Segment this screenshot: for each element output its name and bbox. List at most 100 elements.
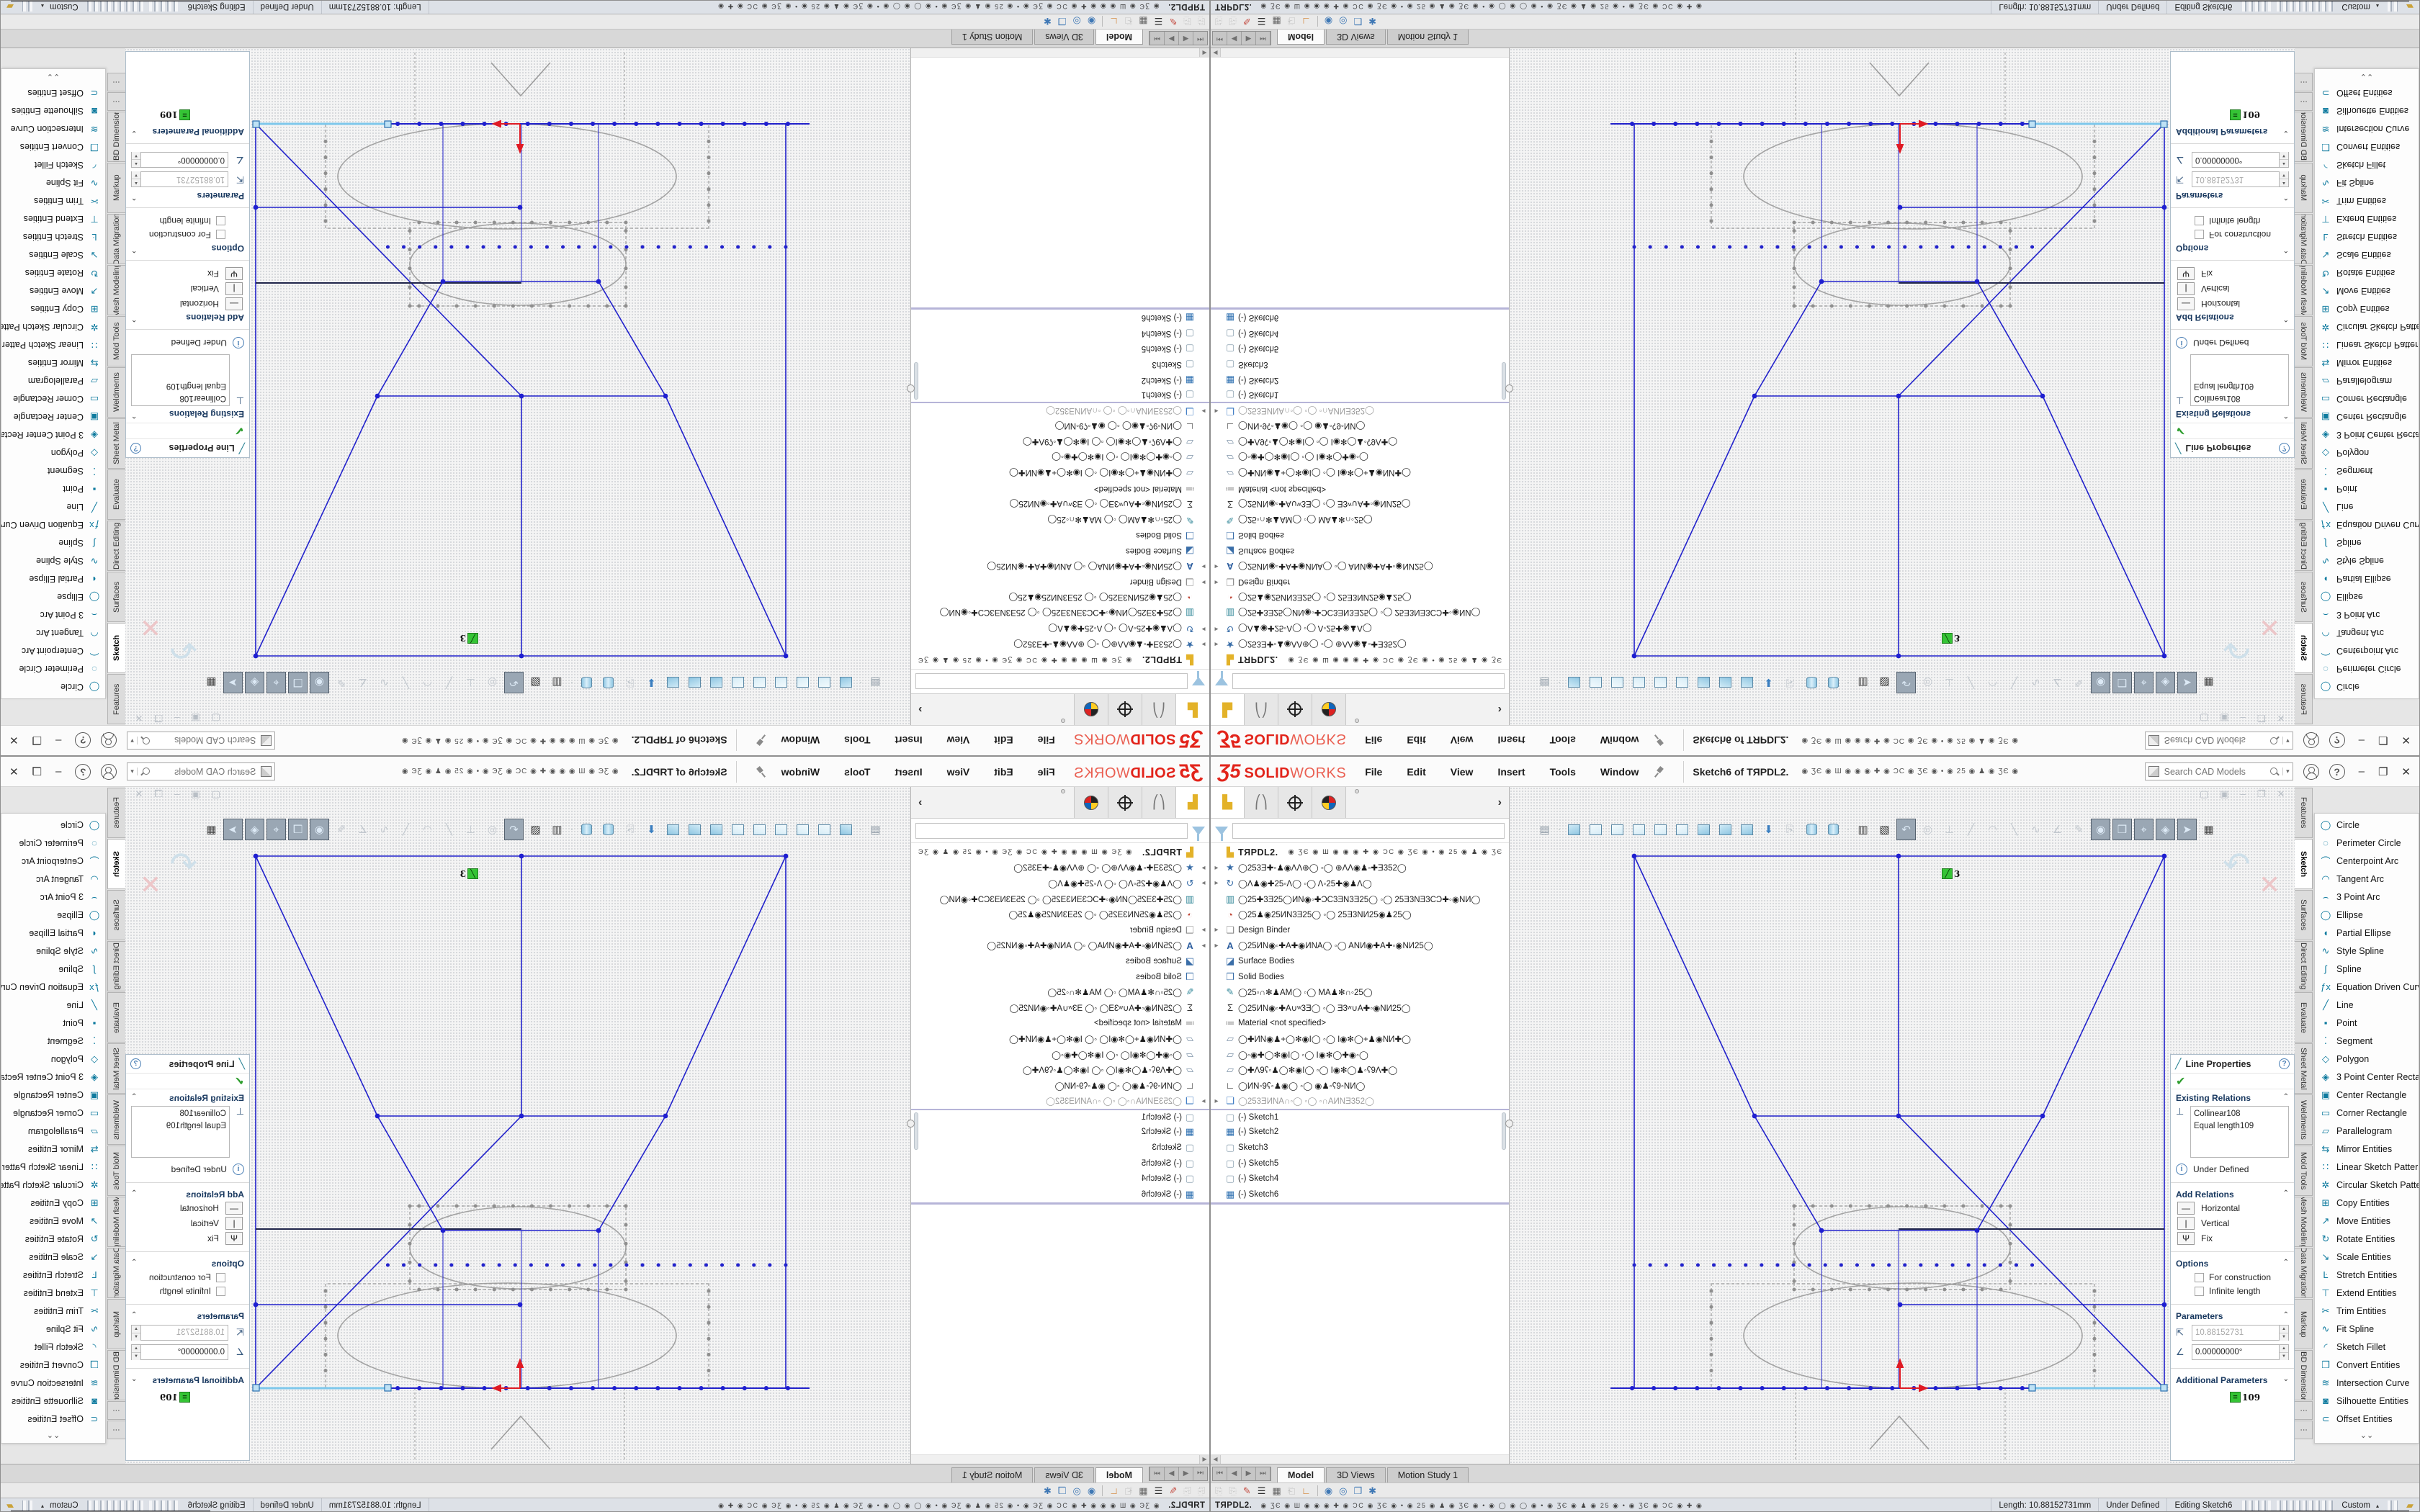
motion-toolbar-icon[interactable]: ▦ [1139,17,1147,27]
flyout-item[interactable]: ❒ Convert Entities [1,138,105,156]
length-spinner[interactable]: ▲▼ [131,171,140,187]
commandmanager-tab[interactable]: Sheet Metal [2295,1043,2313,1094]
toolbar-icon[interactable]: ➤ [223,819,243,840]
flyout-item[interactable]: ƒx Equation Driven Curve [1,978,105,996]
commandmanager-tab[interactable]: ⋮ [2295,92,2313,111]
tree-row[interactable]: ▸ ❏ ◯253ƎИNA∩◦◯ ◦◯ ◦∩AИNƎ352◯ [1211,1094,1509,1110]
tree-row[interactable]: ▸ ★ ◯253Ǝ✚◦♟◉ΛΛ⊕◯ ◦◯ ⊕ΛΛ◉♟◦✚Ǝ352◯ [911,636,1209,652]
menu-item[interactable]: Tools [1550,766,1576,778]
tree-row[interactable]: ▸ A ◯25ИN◉◦✚A✚◉ИNA◯ ◦◯ ANИ◉✚A✚◦◉NИ25◯ [1211,938,1509,954]
menu-item[interactable]: Edit [994,766,1013,778]
motion-toolbar-icon[interactable]: ✎ [1169,17,1177,27]
motion-toolbar-icon[interactable]: ✎ [1243,1486,1251,1495]
flyout-item[interactable]: ✲ Circular Sketch Pattern [2315,318,2419,336]
panel-collapse-dot[interactable] [907,1120,915,1128]
flyout-item[interactable]: ◯ Ellipse [2315,588,2419,606]
tree-row[interactable]: ◪ Surface Bodies [911,543,1209,559]
flyout-item[interactable]: ▱ Parallelogram [2315,1122,2419,1140]
relation-button-row[interactable]: — Horizontal [131,297,243,310]
help-icon[interactable]: ? [2329,764,2345,780]
commandmanager-tab[interactable]: Direct Editing [107,521,125,571]
angle-spinner[interactable]: ▲▼ [2280,152,2289,168]
flyout-item[interactable]: ◠ Tangent Arc [2315,870,2419,888]
tree-row[interactable]: ▸ A ◯25ИN◉◦✚A✚◉ИNA◯ ◦◯ ANИ◉✚A✚◦◉NИ25◯ [911,559,1209,575]
relations-listbox[interactable]: Collinear108 Equal length109 [2190,354,2289,406]
flyout-item[interactable]: ◌ Perimeter Circle [2315,834,2419,852]
option-row[interactable]: For construction [131,230,225,240]
tree-row[interactable]: ▙ TЯPDL2. ◉ ƷЄ ◉ Ш ◉ ◉ ◉ ✚ ◉ ƆC ◉ ƷЄ ◉ •… [1211,652,1509,667]
motion-toolbar-icon[interactable]: ◉ [1325,1486,1332,1495]
flyout-item[interactable]: ◜ Sketch Fillet [1,156,105,174]
menu-item[interactable]: View [947,766,970,778]
expand-arrow-icon[interactable]: ▸ [1211,640,1222,648]
search-input[interactable] [151,735,257,747]
tree-row[interactable]: ▦ (-) Sketch6 [1211,1187,1509,1202]
commandmanager-tab[interactable]: Data Migration [107,214,125,264]
pm-ok-icon[interactable]: ✔ [2176,1074,2185,1089]
commandmanager-tab[interactable]: Mold Tools [107,1146,125,1196]
flyout-item[interactable]: ↻ Rotate Entities [1,1230,105,1248]
flyout-item[interactable]: ◙ Silhouette Entities [1,1392,105,1410]
flyout-item[interactable]: ◖ Partial Ellipse [1,924,105,942]
tree-row[interactable]: ✎ ◯25◦∩✻♟AM◯ ◦◯ MA♟✻∩◦25◯ [1211,512,1509,528]
flyout-item[interactable]: ▭ Corner Rectangle [1,390,105,408]
flyout-item[interactable]: ∿ Style Spline [2315,942,2419,960]
tree-row[interactable]: ∟ ◯ИN◦9ʕ◦♟◉◯ ◦◯ ◉♟◦ʕ9◦NИ◯ [1211,1078,1509,1094]
angle-spinner[interactable]: ▲▼ [131,152,140,168]
menu-item[interactable]: Edit [994,735,1013,747]
flyout-item[interactable]: ⌒ Centerpoint Arc [1,642,105,660]
relation-badge[interactable]: ╱ 3 [1942,633,1960,644]
commandmanager-tab[interactable]: Surfaces [2295,572,2313,622]
tree-row[interactable]: ▱ ◯◦◉✚◯✻◉I◯ ◦◯ I◉✻◯✚◉◦◯ [911,450,1209,466]
user-account-icon[interactable] [2303,733,2319,749]
tree-row[interactable]: ▱ ◯◦◉✚◯✻◉I◯ ◦◯ I◉✻◯✚◉◦◯ [911,1047,1209,1063]
flyout-item[interactable]: ◇ Polygon [1,444,105,462]
tree-row[interactable]: ▢ (-) Sketch4 [1211,1171,1509,1187]
tree-row[interactable]: ✎ ◯25◦∩✻♟AM◯ ◦◯ MA♟✻∩◦25◯ [911,984,1209,1000]
scroll-left-arrow[interactable]: ◀ [1199,48,1209,57]
menu-item[interactable]: Edit [1407,735,1425,747]
doc-restore-right-icon[interactable]: ▣ [191,788,200,800]
tree-row[interactable]: ▸ A ◯25ИN◉◦✚A✚◉ИNA◯ ◦◯ ANИ◉✚A✚◦◉NИ25◯ [1211,559,1509,575]
relation-button-row[interactable]: Ψ Fix [2177,267,2289,280]
flyout-item[interactable]: ╱ Line [1,498,105,516]
flyout-expand-chevron[interactable]: ⌄⌄ [2315,71,2419,84]
tree-row[interactable]: ▦ (-) Sketch6 [911,310,1209,325]
flyout-item[interactable]: ⊤ Extend Entities [2315,1284,2419,1302]
motion-toolbar-icon[interactable]: ∟ [1109,17,1119,27]
tab-nav-arrow[interactable]: ⏭ [1150,1467,1164,1480]
tree-row[interactable]: ❒ Solid Bodies [1211,969,1509,985]
length-field[interactable]: 10.88152731 [2192,171,2280,187]
option-row[interactable]: Infinite length [131,216,225,226]
flyout-item[interactable]: ⊂ Offset Entities [1,1410,105,1428]
help-icon[interactable]: ? [75,764,91,780]
motion-toolbar-icon[interactable]: ◉ [1088,1486,1095,1495]
collapse-caret-icon[interactable]: ⌃ [131,1259,137,1269]
flyout-item[interactable]: ⇆ Mirror Entities [2315,1140,2419,1158]
document-tab[interactable]: Motion Study 1 [1387,30,1469,45]
menu-item[interactable]: Insert [895,735,922,747]
relation-button-icon[interactable]: | [2177,282,2195,295]
flyout-item[interactable]: ◈ 3 Point Center Recta... [2315,1068,2419,1086]
tree-row[interactable]: ≔ Material <not specified> [911,1016,1209,1032]
collapse-caret-icon[interactable]: ⌃ [2283,312,2289,323]
tab-configurationmanager[interactable] [1278,787,1312,818]
flyout-item[interactable]: ✂ Trim Entities [2315,1302,2419,1320]
pin-icon[interactable] [1654,767,1664,777]
flyout-item[interactable]: ⌒ Centerpoint Arc [2315,852,2419,870]
menu-item[interactable]: Window [781,766,820,778]
motion-toolbar-icon[interactable] [1102,1485,1103,1496]
search-box[interactable]: ▾ [2145,762,2293,780]
flyout-item[interactable]: ▪ Point [1,1014,105,1032]
angle-field[interactable]: 0.00000000° [2192,1344,2280,1360]
search-input[interactable] [151,766,257,778]
tree-row[interactable]: ▱ ◯✚Λ9ʕ◦♟◯✻◉I◯ ◦◯ I◉✻◯♟◦ʕ9Λ✚◯ [1211,434,1509,450]
flyout-item[interactable]: ◈ 3 Point Center Recta... [1,426,105,444]
close-button[interactable]: ✕ [9,734,19,747]
option-row[interactable]: Infinite length [2195,1286,2289,1296]
tree-row[interactable]: ▢ (-) Sketch1 [911,1109,1209,1125]
tab-nav-arrow[interactable]: ◀ [1227,1467,1242,1480]
expand-arrow-icon[interactable]: ▸ [1198,562,1209,570]
tab-featuremanager[interactable]: ▙ [1211,694,1245,725]
doc-minimize-icon[interactable]: – [2241,712,2246,724]
